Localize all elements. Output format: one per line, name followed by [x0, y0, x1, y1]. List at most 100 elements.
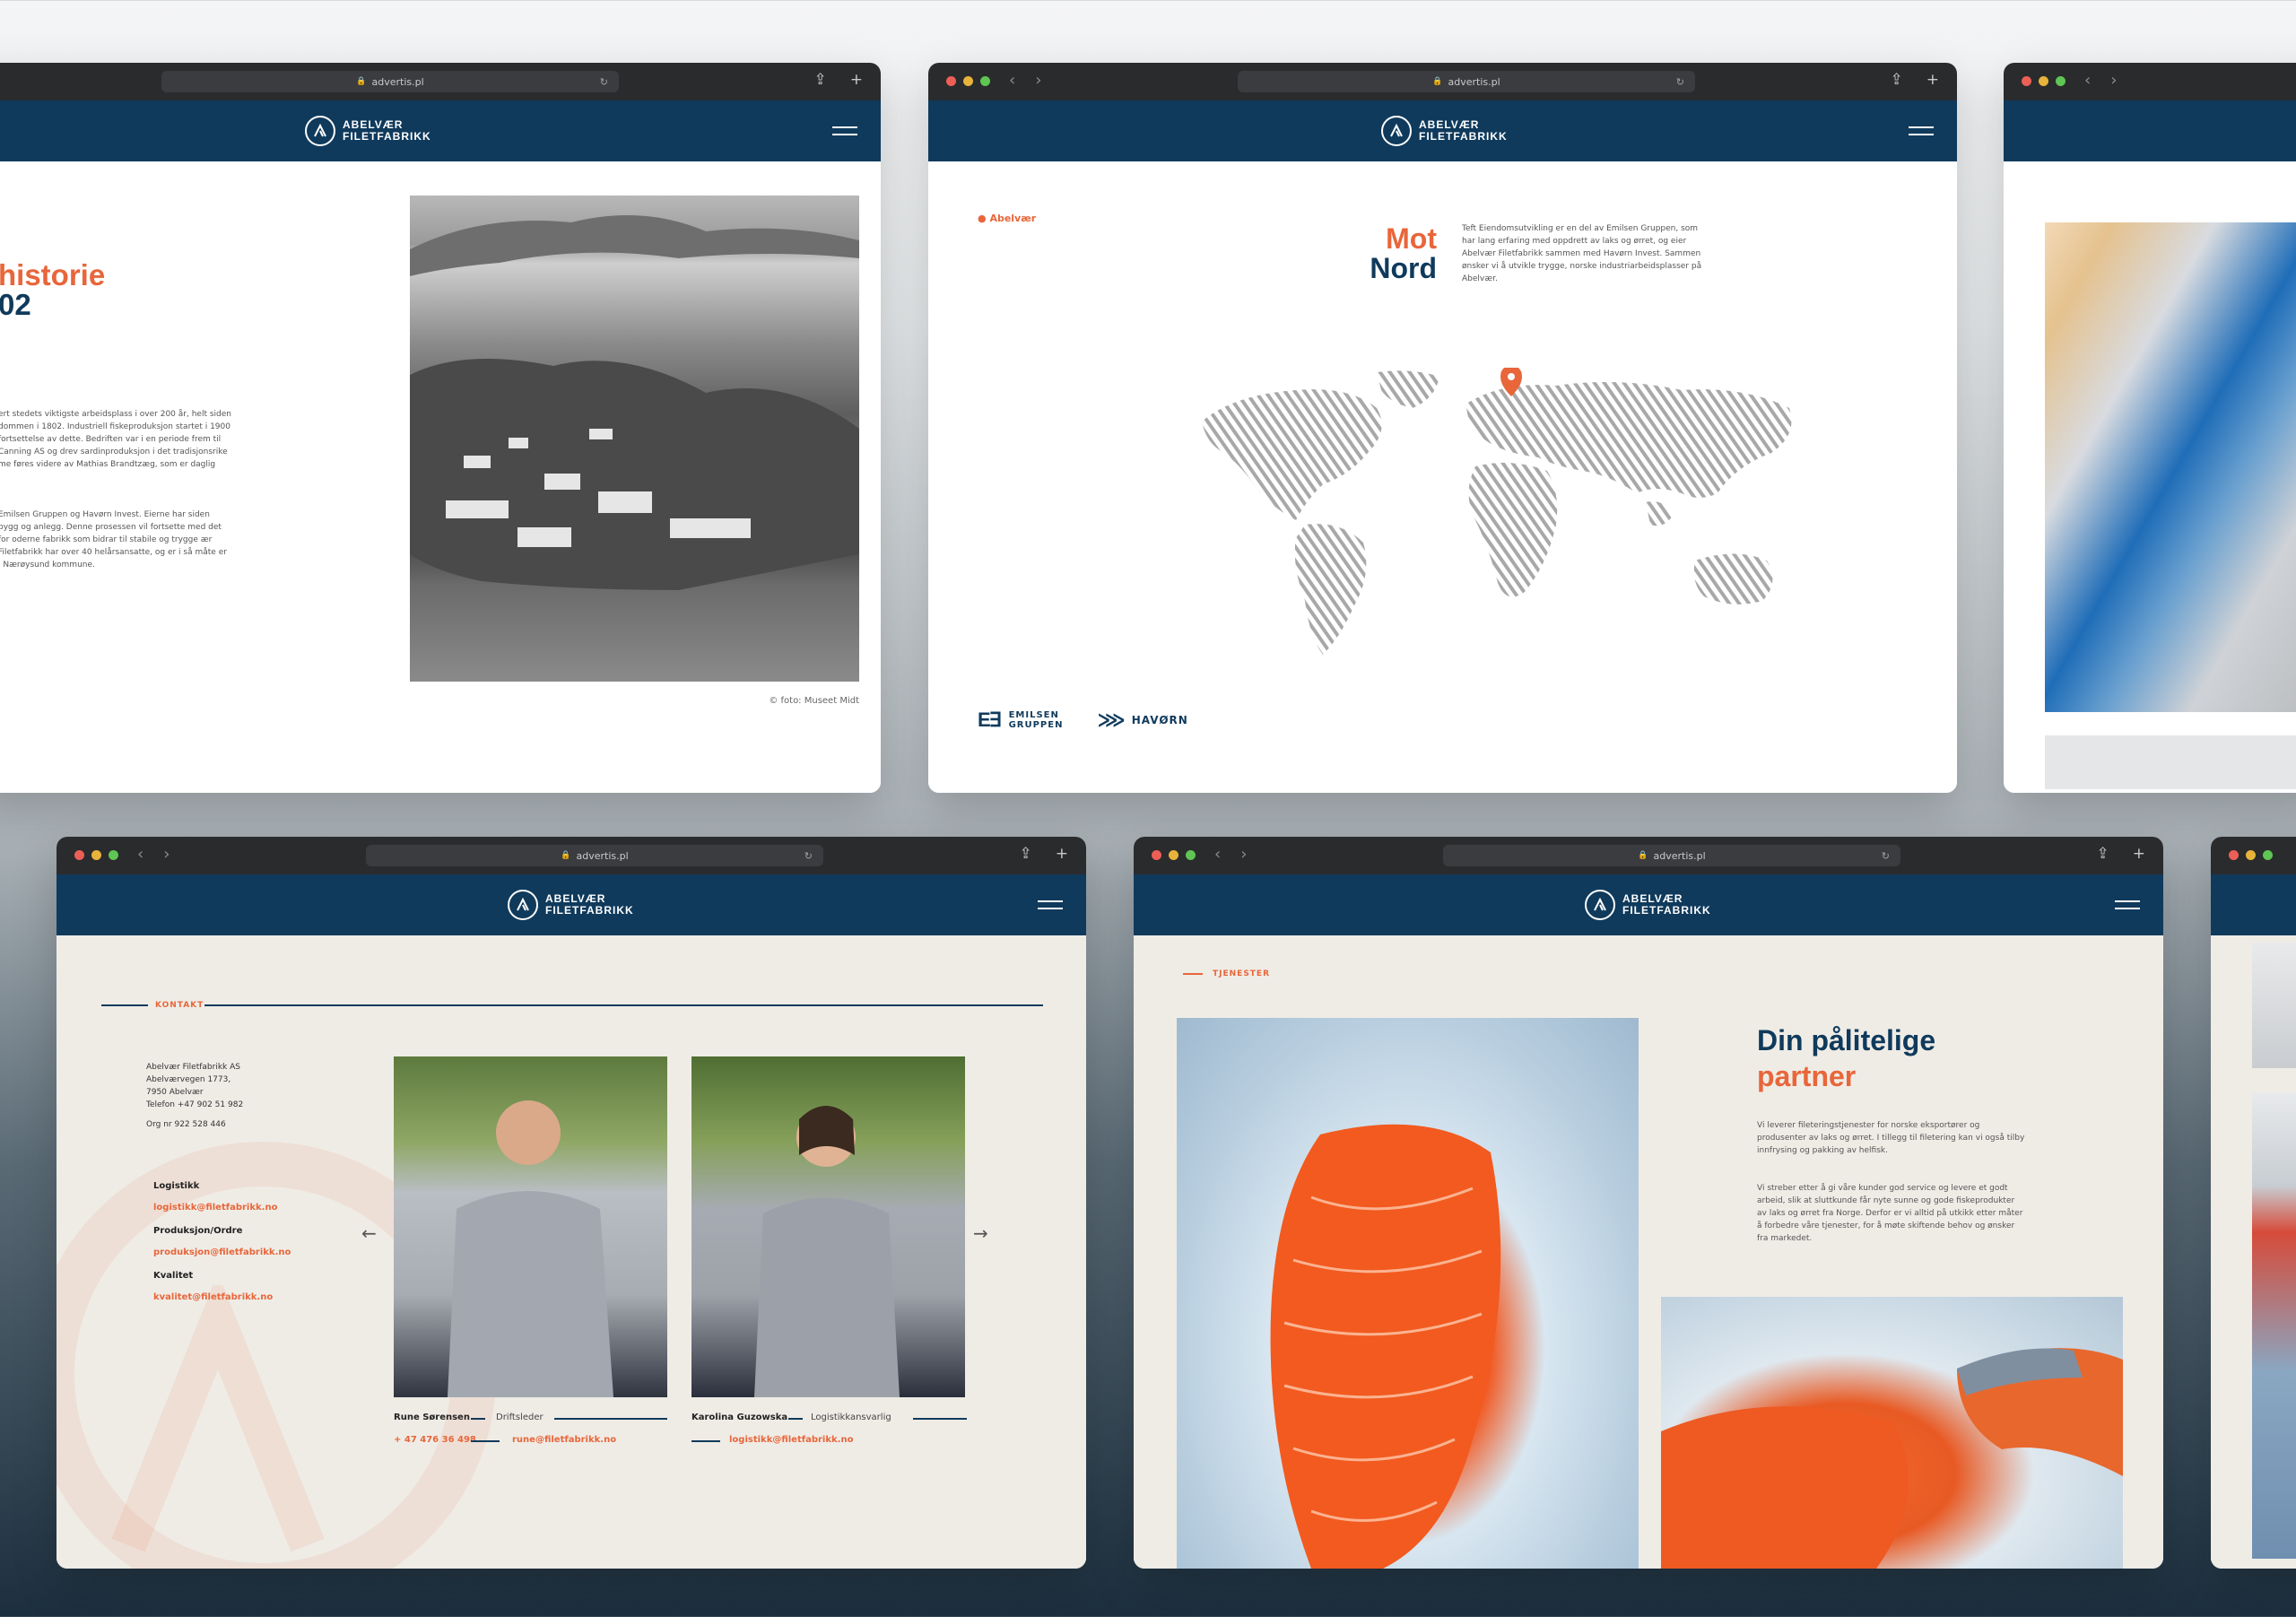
close-dot[interactable]: [2022, 76, 2031, 86]
window-controls[interactable]: [2229, 850, 2273, 860]
mot-nord-paragraph: Teft Eiendomsutvikling er en del av Emil…: [1462, 224, 1702, 283]
browser-chrome: ‹ › 🔒 advertis.pl ↻ ⇪ +: [1134, 837, 2163, 874]
site-header: ABELVÆR FILETFABRIKK: [928, 100, 1957, 161]
brand-line2: FILETFABRIKK: [1622, 904, 1711, 917]
share-icon[interactable]: ⇪: [1020, 845, 1032, 863]
new-tab-icon[interactable]: +: [1926, 71, 1939, 89]
history-title-line2: 02: [0, 288, 31, 321]
menu-icon[interactable]: [2115, 900, 2140, 915]
minimize-dot[interactable]: [963, 76, 973, 86]
address-bar[interactable]: 🔒 advertis.pl ↻: [161, 71, 619, 92]
world-map: [1197, 366, 1816, 673]
site-header: [2004, 100, 2296, 161]
reload-icon[interactable]: ↻: [804, 850, 813, 862]
browser-actions: ⇪ +: [1867, 71, 1940, 89]
reload-icon[interactable]: ↻: [600, 76, 608, 88]
person-role: Logistikkansvarlig: [811, 1413, 891, 1422]
dept-name: Logistikk: [153, 1181, 200, 1191]
eagle-icon: ⋙: [1097, 709, 1126, 732]
person-photo: [394, 1056, 667, 1397]
dept-email-link[interactable]: produksjon@filetfabrikk.no: [153, 1248, 291, 1257]
new-tab-icon[interactable]: +: [850, 71, 863, 89]
havorn-logo[interactable]: ⋙ HAVØRN: [1097, 709, 1187, 732]
zoom-dot[interactable]: [109, 850, 118, 860]
address-line: Abelværvegen 1773,: [146, 1075, 231, 1084]
forward-icon[interactable]: ›: [1035, 71, 1041, 90]
brand-logo[interactable]: ABELVÆR FILETFABRIKK: [1381, 116, 1508, 146]
minimize-dot[interactable]: [91, 850, 101, 860]
reload-icon[interactable]: ↻: [1676, 76, 1684, 88]
url-text: advertis.pl: [1653, 849, 1706, 862]
tjenester-title-line2: partner: [1757, 1060, 1857, 1092]
zoom-dot[interactable]: [980, 76, 990, 86]
minimize-dot[interactable]: [1169, 850, 1178, 860]
dept-email-link[interactable]: logistikk@filetfabrikk.no: [153, 1203, 277, 1213]
section-label: KONTAKT: [155, 1001, 204, 1010]
person-rule: [913, 1418, 967, 1420]
emilsen-gruppen-logo[interactable]: E∃ EMILSEN GRUPPEN: [978, 709, 1063, 732]
share-icon[interactable]: ⇪: [1891, 71, 1903, 89]
section-label: TJENESTER: [1213, 969, 1271, 978]
person-phone[interactable]: + 47 476 36 498: [394, 1435, 476, 1445]
minimize-dot[interactable]: [2246, 850, 2256, 860]
back-icon[interactable]: ‹: [137, 845, 144, 864]
address-bar[interactable]: 🔒 advertis.pl ↻: [366, 845, 823, 866]
person-email-link[interactable]: logistikk@filetfabrikk.no: [729, 1435, 853, 1445]
carousel-prev-arrow-icon[interactable]: ←: [361, 1222, 377, 1244]
brand-line2: FILETFABRIKK: [1419, 130, 1508, 143]
back-icon[interactable]: ‹: [1009, 71, 1015, 90]
close-dot[interactable]: [1152, 850, 1161, 860]
new-tab-icon[interactable]: +: [2133, 845, 2145, 863]
close-dot[interactable]: [946, 76, 956, 86]
forward-icon[interactable]: ›: [163, 845, 170, 864]
nav-arrows: ‹ ›: [1009, 71, 1061, 90]
person-rule: [691, 1440, 720, 1442]
browser-chrome: [2211, 837, 2296, 874]
close-dot[interactable]: [74, 850, 84, 860]
brand-logo[interactable]: ABELVÆR FILETFABRIKK: [305, 116, 431, 146]
address-bar[interactable]: 🔒 advertis.pl ↻: [1443, 845, 1900, 866]
window-controls[interactable]: [74, 850, 118, 860]
tjenester-paragraph-1: Vi leverer fileteringstjenester for nors…: [1757, 1121, 2025, 1155]
browser-window-historie: 🔒 advertis.pl ↻ ⇪ + ABELVÆR FILETFABRIKK …: [0, 63, 881, 793]
window-controls[interactable]: [2022, 76, 2066, 86]
back-icon[interactable]: ‹: [1214, 845, 1221, 864]
window-controls[interactable]: [946, 76, 990, 86]
forward-icon[interactable]: ›: [2110, 71, 2117, 90]
mot-nord-title: Mot Nord: [1370, 224, 1437, 283]
menu-icon[interactable]: [1038, 900, 1063, 915]
window-controls[interactable]: [1152, 850, 1196, 860]
browser-chrome: 🔒 advertis.pl ↻ ⇪ +: [0, 63, 881, 100]
reload-icon[interactable]: ↻: [1882, 850, 1890, 862]
address-bar[interactable]: 🔒 advertis.pl ↻: [1238, 71, 1695, 92]
section-rule-right: [204, 1004, 1043, 1006]
browser-window-tjenester: ‹ › 🔒 advertis.pl ↻ ⇪ + ABELVÆR FILETFABRI…: [1134, 837, 2163, 1569]
dept-name: Produksjon/Ordre: [153, 1226, 243, 1236]
zoom-dot[interactable]: [2056, 76, 2066, 86]
carousel-next-arrow-icon[interactable]: →: [973, 1222, 988, 1244]
new-tab-icon[interactable]: +: [1056, 845, 1068, 863]
partner-logos: E∃ EMILSEN GRUPPEN ⋙ HAVØRN: [978, 709, 1188, 732]
browser-actions: ⇪ +: [2074, 845, 2146, 863]
salmon-on-ice-photo: [1661, 1297, 2123, 1569]
brand-logo[interactable]: ABELVÆR FILETFABRIKK: [1585, 890, 1711, 920]
share-icon[interactable]: ⇪: [2097, 845, 2109, 863]
menu-icon[interactable]: [1909, 126, 1934, 141]
zoom-dot[interactable]: [2263, 850, 2273, 860]
logo-a-icon: [1381, 116, 1412, 146]
minimize-dot[interactable]: [2039, 76, 2048, 86]
share-icon[interactable]: ⇪: [814, 71, 827, 89]
zoom-dot[interactable]: [1186, 850, 1196, 860]
person-email-link[interactable]: rune@filetfabrikk.no: [512, 1435, 616, 1445]
url-text: advertis.pl: [1448, 75, 1500, 88]
address-block: Abelvær Filetfabrikk AS Abelværvegen 177…: [146, 1061, 243, 1131]
brand-logo[interactable]: ABELVÆR FILETFABRIKK: [508, 890, 634, 920]
lock-icon: 🔒: [1638, 851, 1648, 860]
breadcrumb[interactable]: ● Abelvær: [978, 213, 1036, 224]
menu-icon[interactable]: [832, 126, 857, 141]
browser-chrome: ‹ ›: [2004, 63, 2296, 100]
back-icon[interactable]: ‹: [2084, 71, 2091, 90]
close-dot[interactable]: [2229, 850, 2239, 860]
dept-email-link[interactable]: kvalitet@filetfabrikk.no: [153, 1292, 273, 1302]
forward-icon[interactable]: ›: [1240, 845, 1247, 864]
